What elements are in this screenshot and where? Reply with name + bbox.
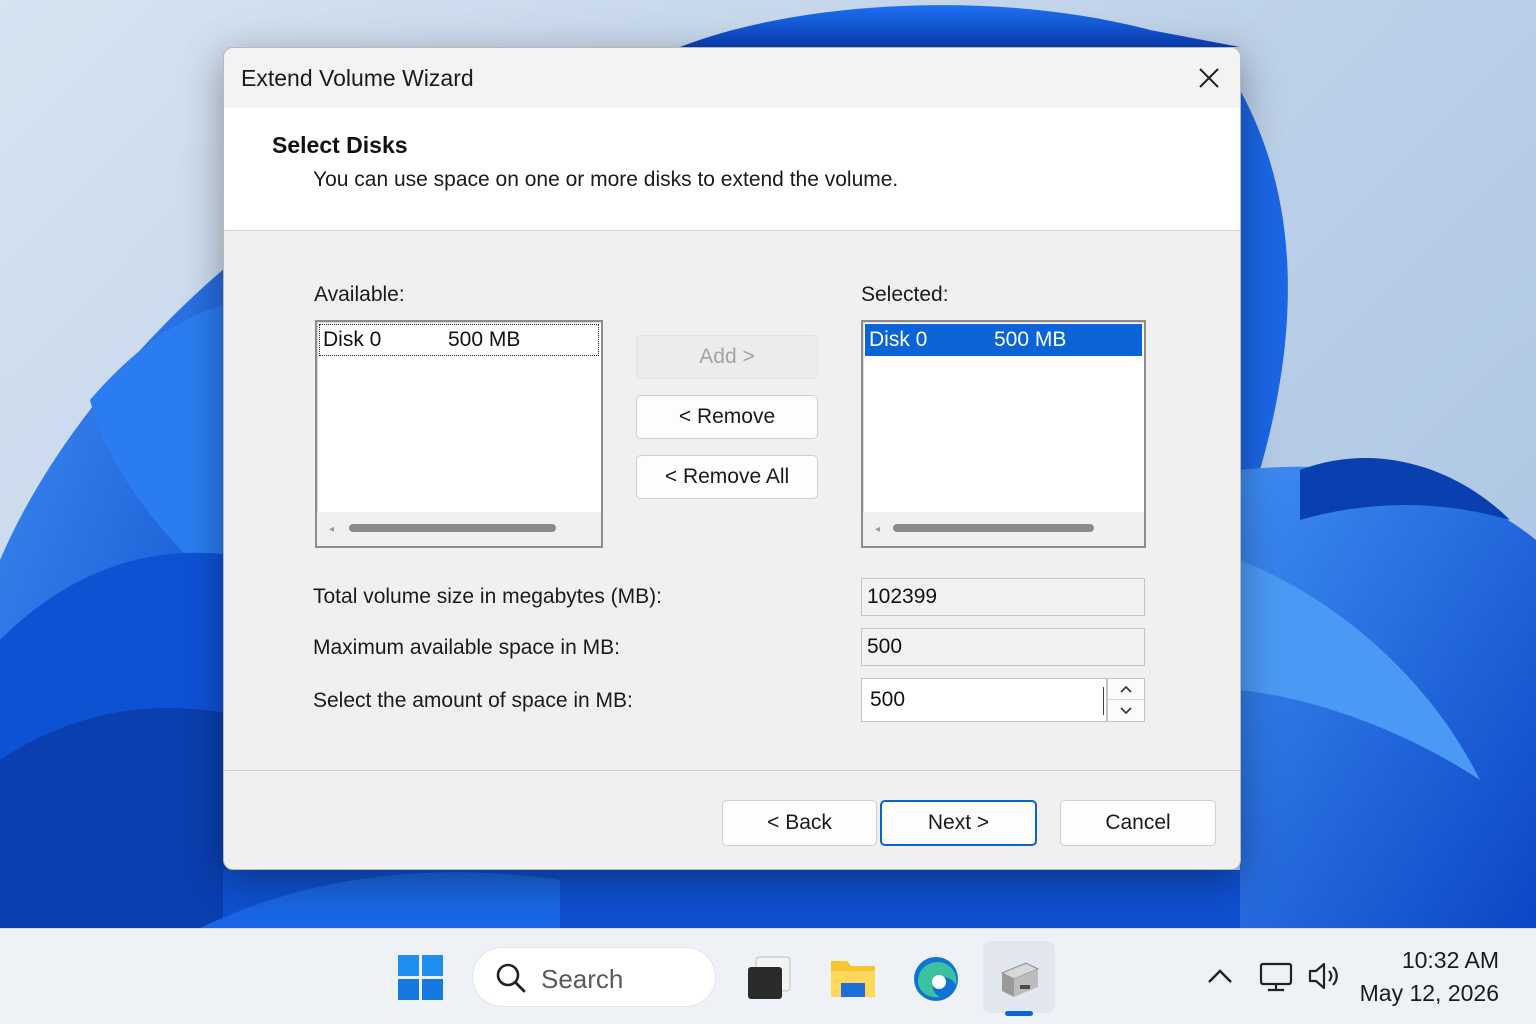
- max-space-label: Maximum available space in MB:: [313, 636, 620, 659]
- disk-size: 500 MB: [994, 328, 1067, 351]
- max-space-field: 500: [861, 628, 1145, 666]
- available-horizontal-scrollbar[interactable]: ◂: [317, 512, 601, 546]
- chevron-down-icon: [1120, 706, 1132, 714]
- back-button[interactable]: < Back: [722, 800, 877, 846]
- scrollbar-thumb[interactable]: [349, 524, 556, 532]
- disk-size: 500 MB: [448, 328, 521, 351]
- scroll-left-icon[interactable]: ◂: [329, 524, 334, 535]
- volume-icon[interactable]: [1307, 960, 1343, 992]
- text-caret: [1103, 687, 1104, 715]
- spin-up-button[interactable]: [1108, 679, 1144, 700]
- search-icon: [496, 963, 526, 993]
- start-icon[interactable]: [398, 955, 444, 1001]
- title-bar[interactable]: Extend Volume Wizard: [224, 48, 1240, 108]
- spin-down-button[interactable]: [1108, 700, 1144, 721]
- chevron-up-icon: [1120, 685, 1132, 693]
- selected-horizontal-scrollbar[interactable]: ◂: [863, 512, 1144, 546]
- cancel-button[interactable]: Cancel: [1060, 800, 1216, 846]
- total-size-label: Total volume size in megabytes (MB):: [313, 585, 662, 608]
- page-subtitle: You can use space on one or more disks t…: [313, 168, 899, 191]
- add-button[interactable]: Add >: [636, 335, 818, 379]
- available-label: Available:: [314, 283, 405, 306]
- network-icon[interactable]: [1259, 962, 1293, 992]
- selected-label: Selected:: [861, 283, 949, 306]
- remove-all-button[interactable]: < Remove All: [636, 455, 818, 499]
- dialog-title: Extend Volume Wizard: [241, 65, 474, 91]
- taskbar: Search 10:32 AM May 12, 2026: [0, 928, 1536, 1024]
- clock-date[interactable]: May 12, 2026: [1360, 980, 1499, 1007]
- search-placeholder: Search: [541, 964, 624, 994]
- taskbar-search-box[interactable]: Search: [472, 947, 716, 1007]
- available-disk-0-item[interactable]: Disk 0 500 MB: [319, 324, 599, 356]
- edge-icon[interactable]: [912, 955, 960, 1003]
- page-title: Select Disks: [272, 132, 408, 158]
- active-app-indicator: [1005, 1011, 1033, 1016]
- close-button[interactable]: [1178, 48, 1240, 108]
- extend-volume-wizard-dialog: Extend Volume Wizard Select Disks You ca…: [223, 47, 1241, 870]
- disk-name: Disk 0: [869, 328, 928, 351]
- disk-name: Disk 0: [323, 328, 382, 351]
- amount-spin-input[interactable]: 500: [861, 678, 1107, 722]
- next-button[interactable]: Next >: [880, 800, 1037, 846]
- remove-button[interactable]: < Remove: [636, 395, 818, 439]
- disk-management-icon[interactable]: [996, 955, 1042, 1001]
- file-explorer-icon[interactable]: [829, 955, 877, 1001]
- total-size-field: 102399: [861, 578, 1145, 616]
- scrollbar-thumb[interactable]: [893, 524, 1094, 532]
- available-listbox[interactable]: Disk 0 500 MB ◂: [315, 320, 603, 548]
- selected-disk-0-item[interactable]: Disk 0 500 MB: [865, 324, 1142, 356]
- amount-label: Select the amount of space in MB:: [313, 689, 633, 712]
- task-view-icon[interactable]: [746, 955, 792, 1001]
- selected-listbox[interactable]: Disk 0 500 MB ◂: [861, 320, 1146, 548]
- chevron-up-icon[interactable]: [1207, 967, 1233, 985]
- amount-spinner[interactable]: [1107, 678, 1145, 722]
- scroll-left-icon[interactable]: ◂: [875, 524, 880, 535]
- amount-value: 500: [870, 688, 906, 711]
- close-icon: [1199, 68, 1219, 88]
- wizard-header: Select Disks You can use space on one or…: [224, 108, 1240, 231]
- clock-time[interactable]: 10:32 AM: [1402, 947, 1499, 974]
- footer-divider: [224, 770, 1240, 771]
